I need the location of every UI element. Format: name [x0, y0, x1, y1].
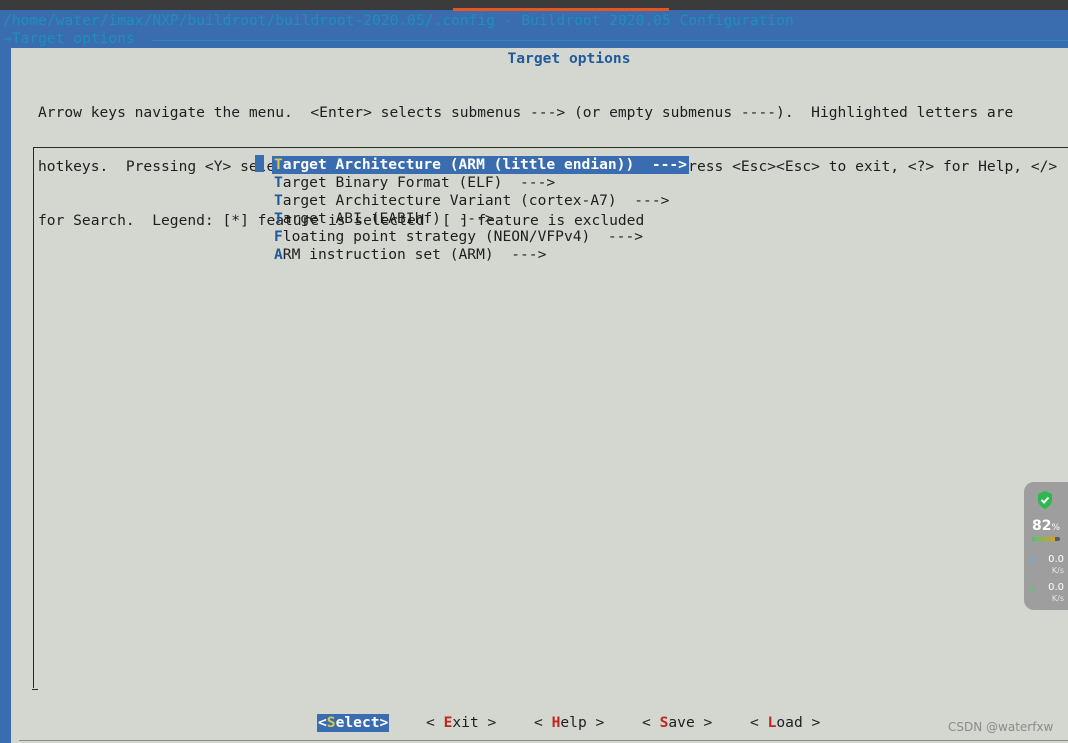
button-label: xit: [452, 714, 479, 731]
breadcrumb-rule: [152, 40, 1068, 41]
button-label: ave: [668, 714, 695, 731]
upload-rate: ↑ 0.0 K/s: [1028, 554, 1064, 576]
button-bracket: >: [802, 714, 821, 731]
menu-item-hotkey: T: [274, 174, 283, 191]
system-monitor-widget[interactable]: 82% ↑ 0.0 K/s ↓ 0.0 K/s: [1024, 482, 1068, 610]
terminal-top-strip: [0, 0, 1068, 11]
button-bracket: <: [534, 714, 552, 731]
menu-item-floating-point-strategy[interactable]: Floating point strategy (NEON/VFPv4) ---…: [272, 228, 645, 246]
menu-item-hotkey: T: [274, 210, 283, 227]
battery-level-bar: [1032, 537, 1060, 541]
button-bracket: <: [426, 714, 444, 731]
menu-item-label: arget Architecture Variant (cortex-A7) -…: [282, 192, 670, 209]
menu-item-hotkey: F: [274, 228, 283, 245]
save-button[interactable]: < Save >: [641, 714, 713, 732]
menu-item-hotkey: T: [274, 156, 283, 173]
menu-item-target-architecture-variant[interactable]: Target Architecture Variant (cortex-A7) …: [272, 192, 671, 210]
upload-arrow-icon: ↑: [1029, 557, 1037, 567]
menu-item-label: arget Architecture (ARM (little endian))…: [282, 156, 687, 173]
help-button[interactable]: < Help >: [533, 714, 605, 732]
button-bracket: >: [478, 714, 497, 731]
breadcrumb: →Target options: [3, 30, 135, 47]
select-button[interactable]: <Select>: [317, 714, 390, 732]
button-hotkey: S: [326, 714, 336, 731]
download-rate: ↓ 0.0 K/s: [1028, 582, 1064, 604]
menu-item-label: RM instruction set (ARM) --->: [282, 246, 547, 263]
button-label: elect: [335, 714, 380, 731]
button-label: elp: [560, 714, 587, 731]
menu-item-label: loating point strategy (NEON/VFPv4) --->: [282, 228, 644, 245]
button-bracket: >: [694, 714, 713, 731]
menu-item-hotkey: A: [274, 246, 283, 263]
active-tab-indicator: [453, 8, 669, 11]
shield-check-icon: [1038, 491, 1052, 509]
menu-item-target-abi[interactable]: Target ABI (EABIhf) --->: [272, 210, 496, 228]
menu-item-target-binary-format[interactable]: Target Binary Format (ELF) --->: [272, 174, 557, 192]
menu-cursor: [255, 155, 264, 172]
watermark: CSDN @waterfxw: [948, 720, 1054, 734]
window-title: /home/water/imax/NXP/buildroot/buildroot…: [3, 12, 794, 29]
dialog-bottom-rule: [19, 740, 1068, 741]
menu-item-hotkey: T: [274, 192, 283, 209]
download-arrow-icon: ↓: [1029, 585, 1037, 595]
menu-item-label: arget ABI (EABIhf) --->: [282, 210, 494, 227]
download-rate-value: 0.0: [1048, 582, 1064, 593]
button-bracket: <: [642, 714, 660, 731]
dialog-title: Target options: [507, 50, 631, 67]
button-bracket: >: [586, 714, 605, 731]
menuconfig-dialog: Target options Arrow keys navigate the m…: [11, 48, 1068, 743]
menu-box-corner: [32, 689, 38, 690]
exit-button[interactable]: < Exit >: [425, 714, 497, 732]
help-line: Arrow keys navigate the menu. <Enter> se…: [38, 104, 1014, 121]
battery-level-fill: [1032, 537, 1055, 541]
menu-item-arm-instruction-set[interactable]: ARM instruction set (ARM) --->: [272, 246, 548, 264]
battery-percent: 82%: [1032, 518, 1061, 534]
button-bracket: <: [750, 714, 768, 731]
button-bracket: <: [318, 714, 327, 731]
menu-list: Target Architecture (ARM (little endian)…: [32, 147, 1068, 690]
load-button[interactable]: < Load >: [749, 714, 821, 732]
button-label: oad: [776, 714, 803, 731]
button-bracket: >: [379, 714, 389, 731]
menu-item-label: arget Binary Format (ELF) --->: [282, 174, 556, 191]
menu-item-target-architecture[interactable]: Target Architecture (ARM (little endian)…: [272, 156, 689, 174]
upload-rate-value: 0.0: [1048, 554, 1064, 565]
